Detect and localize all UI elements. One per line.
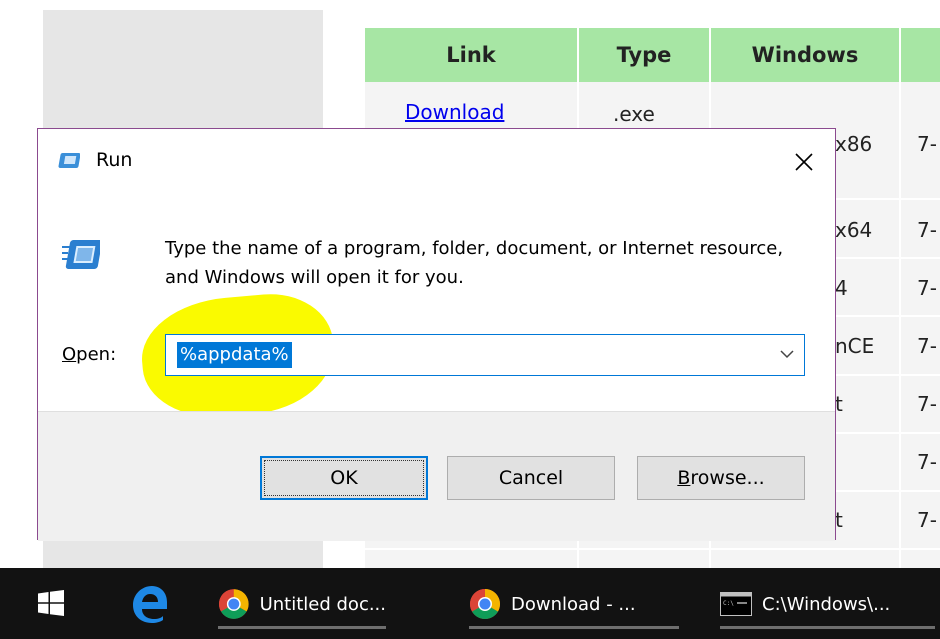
chevron-down-icon[interactable]: [780, 349, 794, 359]
open-label: Open:: [62, 344, 117, 365]
open-input-value[interactable]: %appdata%: [177, 342, 292, 368]
header-type: Type: [579, 28, 709, 82]
taskbar-item-chrome-1[interactable]: Untitled doc...: [218, 579, 386, 629]
chrome-icon: [218, 589, 249, 619]
table-cell-size: 7-: [917, 276, 937, 300]
run-dialog: Run Type the name of a program, folder, …: [37, 128, 836, 541]
edge-icon[interactable]: [130, 585, 168, 623]
ok-label: OK: [330, 467, 358, 489]
table-cell-type: .exe: [613, 102, 655, 126]
header-link: Link: [365, 28, 577, 82]
dialog-footer: OK Cancel Browse...: [38, 411, 835, 541]
ok-button[interactable]: OK: [260, 456, 428, 500]
table-cell-size: 7-: [917, 132, 937, 156]
row-divider: [365, 548, 940, 550]
taskbar-item-chrome-2[interactable]: Download - ...: [469, 579, 679, 629]
taskbar-item-label: Download - ...: [511, 593, 636, 615]
download-link[interactable]: Download: [405, 100, 504, 124]
header-size: [901, 28, 940, 82]
browse-button[interactable]: Browse...: [637, 456, 805, 500]
taskbar-item-cmd[interactable]: C:\ C:\Windows\...: [720, 579, 935, 629]
cmd-icon: C:\: [720, 592, 752, 616]
table-cell-size: 7-: [917, 450, 937, 474]
taskbar-item-label: C:\Windows\...: [762, 593, 891, 615]
table-cell-size: 7-: [917, 218, 937, 242]
table-cell-windows: x64: [835, 218, 873, 242]
run-large-icon: [62, 240, 100, 269]
run-icon: [58, 153, 80, 168]
title-bar[interactable]: Run: [38, 129, 835, 193]
dialog-description: Type the name of a program, folder, docu…: [165, 238, 784, 288]
cancel-label: Cancel: [498, 467, 564, 489]
open-combobox[interactable]: %appdata%: [165, 334, 805, 376]
table-cell-windows: nCE: [835, 334, 875, 358]
close-button[interactable]: [782, 142, 826, 182]
table-cell-windows: 4: [835, 276, 848, 300]
table-cell-windows: x86: [835, 132, 873, 156]
svg-text:C:\: C:\: [723, 600, 734, 607]
close-icon: [795, 153, 813, 171]
col-divider: [899, 82, 901, 568]
header-windows: Windows: [711, 28, 899, 82]
windows-logo-icon[interactable]: [38, 590, 64, 616]
table-cell-size: 7-: [917, 392, 937, 416]
taskbar-item-label: Untitled doc...: [259, 593, 386, 615]
dialog-title: Run: [96, 149, 133, 171]
table-cell-size: 7-: [917, 334, 937, 358]
chrome-icon: [469, 589, 501, 620]
table-cell-windows: t: [835, 392, 843, 416]
table-cell-windows: t: [835, 508, 843, 532]
table-cell-size: 7-: [917, 508, 937, 532]
browse-label: Browse...: [677, 467, 765, 489]
cancel-button[interactable]: Cancel: [447, 456, 615, 500]
taskbar: Untitled doc... Download - ... C:\ C:\Wi…: [0, 568, 940, 639]
